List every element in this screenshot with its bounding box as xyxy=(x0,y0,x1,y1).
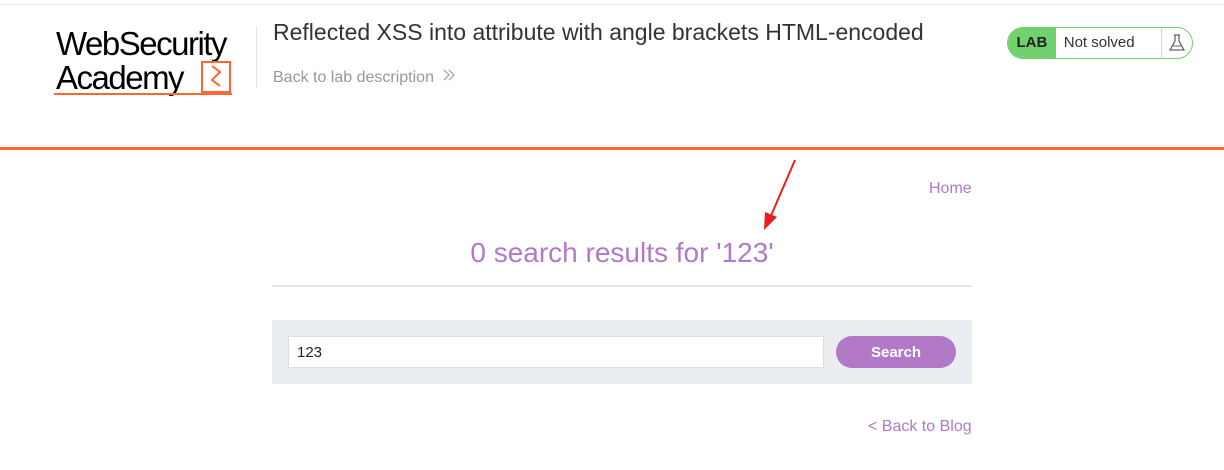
header-divider xyxy=(256,26,257,88)
lab-status-widget: LAB Not solved xyxy=(1007,27,1193,59)
lab-header: WebSecurity Academy Reflected XSS into a… xyxy=(0,0,1224,147)
web-security-academy-logo[interactable]: WebSecurity Academy xyxy=(52,24,257,100)
top-border xyxy=(0,4,1224,5)
lab-status-text: Not solved xyxy=(1056,28,1163,58)
home-link[interactable]: Home xyxy=(929,180,972,198)
back-to-lab-description-label: Back to lab description xyxy=(273,68,434,86)
lab-badge: LAB xyxy=(1008,28,1056,58)
lab-title: Reflected XSS into attribute with angle … xyxy=(273,19,924,45)
search-button[interactable]: Search xyxy=(836,336,956,368)
search-panel: Search xyxy=(272,320,972,384)
heading-divider xyxy=(272,285,972,287)
logo-lightning-icon xyxy=(54,61,232,95)
back-to-lab-description-link[interactable]: Back to lab description xyxy=(273,68,456,87)
search-input[interactable] xyxy=(288,336,824,368)
back-to-blog-link[interactable]: < Back to Blog xyxy=(868,418,972,436)
double-chevron-right-icon xyxy=(442,68,456,87)
search-results-heading: 0 search results for '123' xyxy=(470,237,774,268)
header-accent-bar xyxy=(0,147,1224,150)
flask-icon xyxy=(1162,28,1192,58)
